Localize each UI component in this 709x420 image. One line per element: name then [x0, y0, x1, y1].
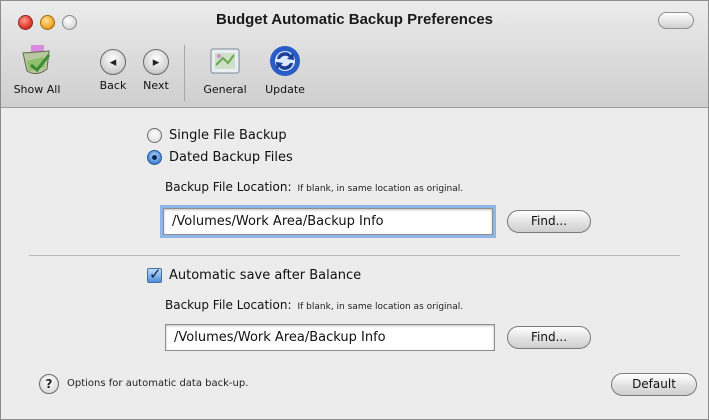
- update-sync-icon: [267, 43, 303, 79]
- general-label: General: [203, 83, 247, 96]
- default-button[interactable]: Default: [611, 373, 697, 396]
- auto-backup-location-hint: If blank, in same location as original.: [297, 302, 464, 312]
- backup-location-input[interactable]: /Volumes/Work Area/Backup Info: [160, 205, 496, 238]
- general-button[interactable]: General: [197, 43, 253, 96]
- section-divider: [29, 255, 680, 256]
- show-all-label: Show All: [13, 83, 61, 96]
- radio-single-file-backup[interactable]: Single File Backup: [147, 128, 287, 143]
- show-all-icon: [19, 43, 55, 79]
- preferences-window: Budget Automatic Backup Preferences Show…: [0, 0, 709, 420]
- auto-find-button[interactable]: Find...: [507, 326, 591, 349]
- back-button[interactable]: ◂ Back: [95, 43, 131, 92]
- preferences-content: Single File Backup Dated Backup Files Ba…: [1, 108, 708, 419]
- automatic-save-label: Automatic save after Balance: [169, 268, 362, 283]
- update-label: Update: [265, 83, 305, 96]
- dated-backup-files-label: Dated Backup Files: [169, 150, 293, 165]
- window-title: Budget Automatic Backup Preferences: [215, 11, 494, 28]
- toolbar-separator: [184, 45, 185, 101]
- title-bar: Budget Automatic Backup Preferences: [1, 1, 708, 41]
- update-button[interactable]: Update: [259, 43, 311, 96]
- auto-backup-location-label: Backup File Location: If blank, in same l…: [165, 298, 463, 312]
- status-text: Options for automatic data back-up.: [67, 378, 249, 389]
- next-arrow-icon: ▸: [143, 49, 169, 75]
- find-button[interactable]: Find...: [507, 210, 591, 233]
- radio-button-selected[interactable]: [147, 150, 162, 165]
- backup-location-hint: If blank, in same location as original.: [297, 184, 464, 194]
- backup-location-label-text: Backup File Location:: [165, 180, 292, 194]
- radio-button[interactable]: [147, 128, 162, 143]
- single-file-backup-label: Single File Backup: [169, 128, 287, 143]
- toolbar-toggle-button[interactable]: [658, 12, 694, 29]
- general-prefs-icon: [208, 45, 242, 79]
- backup-location-label: Backup File Location: If blank, in same l…: [165, 180, 463, 194]
- back-arrow-icon: ◂: [100, 49, 126, 75]
- automatic-save-checkbox[interactable]: [147, 265, 162, 283]
- radio-dated-backup-files[interactable]: Dated Backup Files: [147, 150, 293, 165]
- back-label: Back: [99, 79, 127, 92]
- auto-backup-location-input[interactable]: /Volumes/Work Area/Backup Info: [165, 324, 495, 351]
- next-label: Next: [143, 79, 169, 92]
- automatic-save-checkbox-row[interactable]: Automatic save after Balance: [147, 265, 362, 283]
- auto-backup-location-label-text: Backup File Location:: [165, 298, 292, 312]
- next-button[interactable]: ▸ Next: [138, 43, 174, 92]
- help-icon[interactable]: ?: [39, 374, 59, 394]
- window-chrome: Budget Automatic Backup Preferences Show…: [1, 1, 708, 108]
- show-all-button[interactable]: Show All: [7, 43, 67, 96]
